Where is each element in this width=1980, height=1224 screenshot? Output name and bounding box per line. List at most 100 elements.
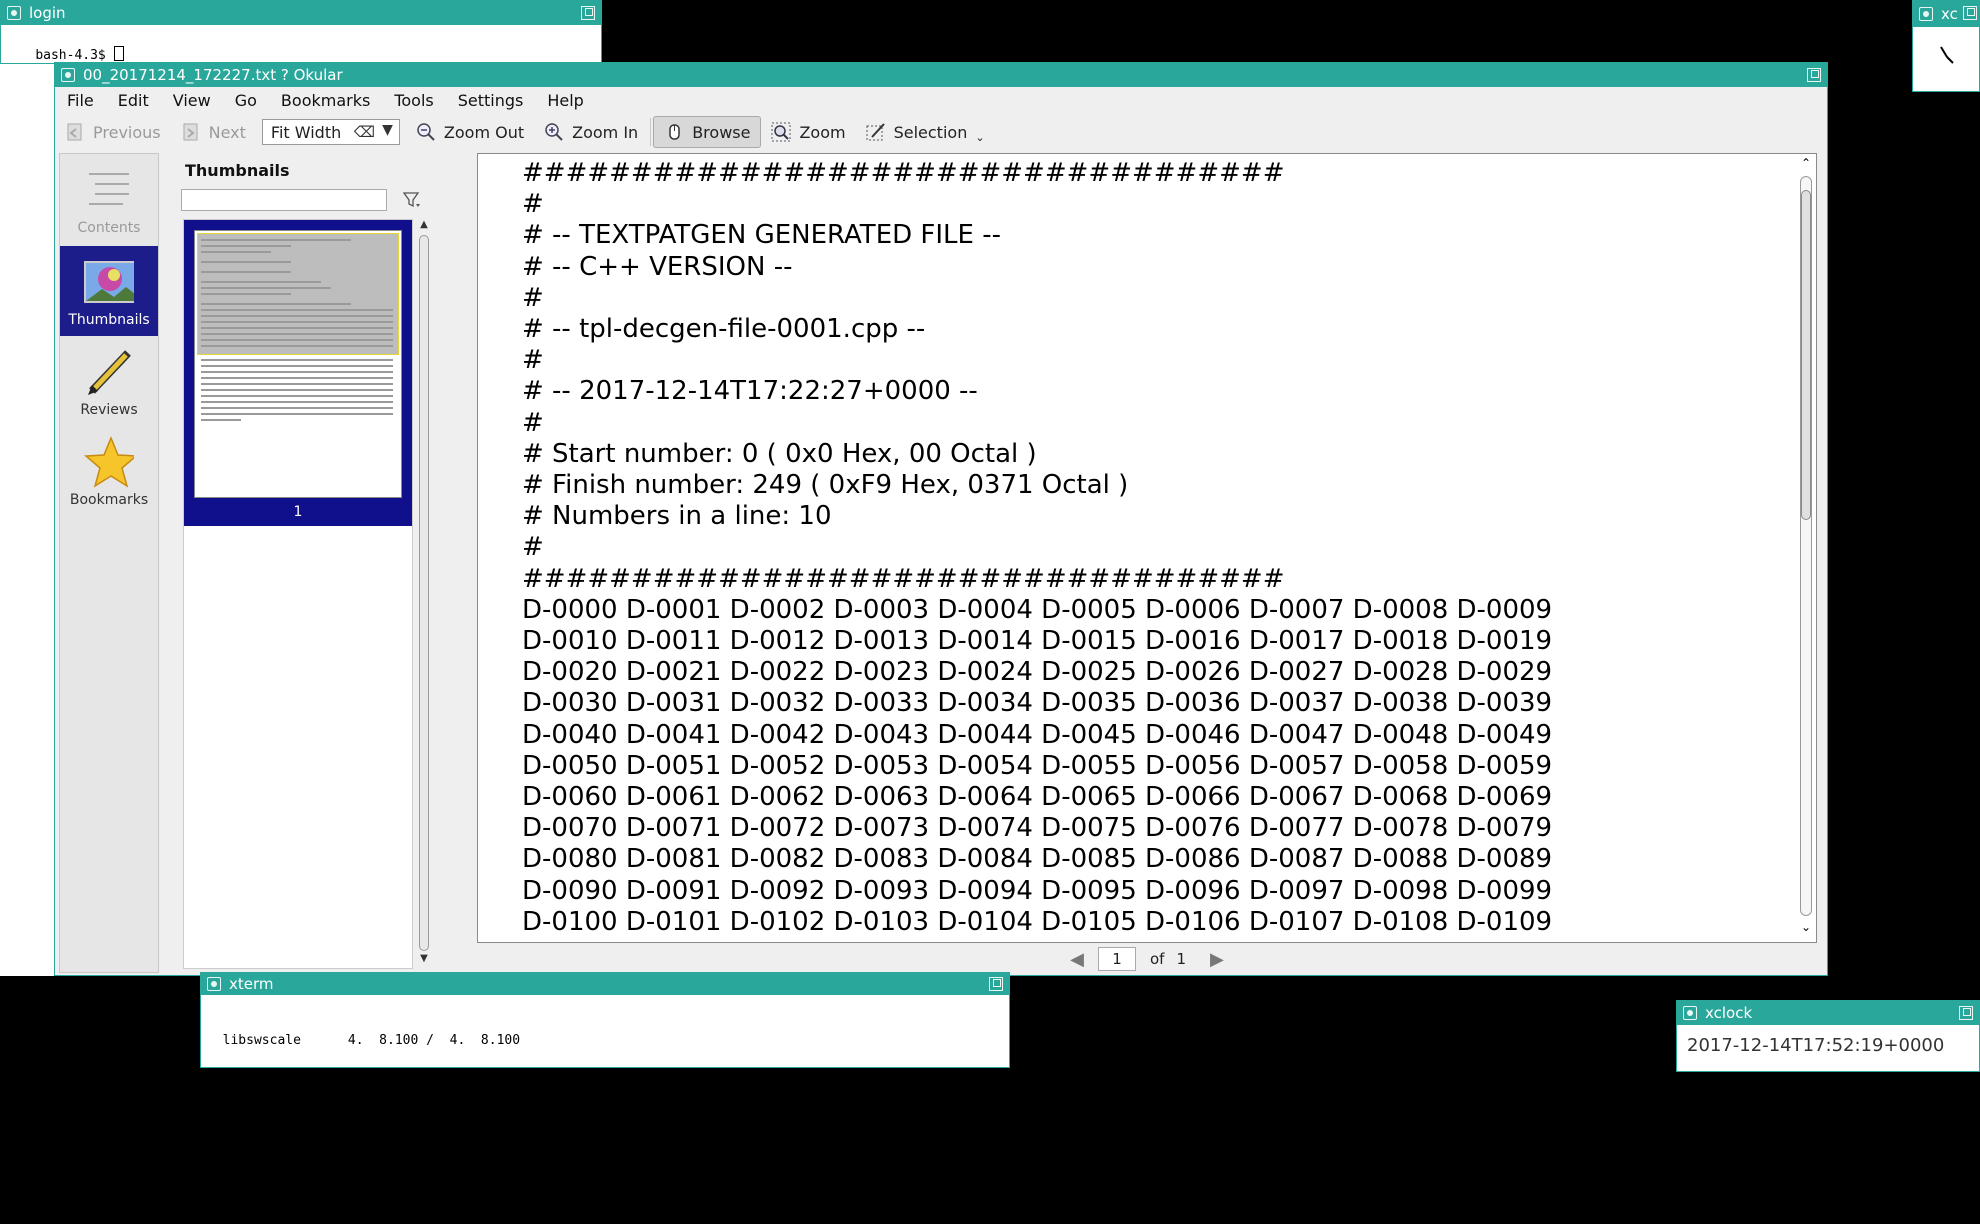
zoom-combo[interactable]: Fit Width ⌫ ▼ (261, 119, 400, 145)
thumbnails-scrollbar[interactable]: ▲ ▼ (417, 219, 431, 969)
sidebar-item-reviews[interactable]: Reviews (60, 336, 158, 426)
okular-window[interactable]: 00_20171214_172227.txt ? Okular File Edi… (54, 62, 1828, 976)
login-window[interactable]: login bash-4.3$ (0, 0, 602, 64)
xterm-title: xterm (229, 975, 274, 993)
scrollbar-thumb[interactable] (1801, 190, 1811, 520)
document-text[interactable]: ################################### # # --… (522, 158, 1552, 938)
next-page-icon (181, 122, 201, 142)
cursor (113, 46, 124, 61)
document-line: # (522, 282, 544, 313)
zoom-tool-label: Zoom (799, 122, 846, 142)
zoom-out-button[interactable]: Zoom Out (406, 116, 534, 148)
previous-page-icon (65, 122, 85, 142)
sidebar-item-thumbnails[interactable]: Thumbnails (60, 246, 158, 336)
document-line: ################################### (522, 158, 1285, 188)
scrollbar-track[interactable] (419, 235, 429, 951)
document-line: # Start number: 0 ( 0x0 Hex, 00 Octal ) (522, 438, 1037, 469)
document-line: # -- tpl-decgen-file-0001.cpp -- (522, 314, 926, 345)
selection-icon (866, 122, 886, 142)
maximize-icon[interactable] (1963, 6, 1977, 20)
browse-label: Browse (692, 122, 751, 142)
maximize-icon[interactable] (1959, 1006, 1973, 1020)
window-menu-icon[interactable] (61, 68, 75, 82)
thumbnails-label: Thumbnails (68, 312, 150, 328)
login-titlebar[interactable]: login (1, 1, 601, 25)
previous-button[interactable]: Previous (55, 116, 171, 148)
maximize-icon[interactable] (1807, 68, 1821, 82)
zoom-out-label: Zoom Out (443, 122, 525, 142)
zoom-in-label: Zoom In (572, 122, 639, 142)
menu-go[interactable]: Go (223, 91, 269, 110)
document-line: # -- TEXTPATGEN GENERATED FILE -- (522, 220, 1001, 251)
selection-button[interactable]: Selection ⌄ (856, 116, 995, 148)
document-line: D-0070 D-0071 D-0072 D-0073 D-0074 D-007… (522, 813, 1553, 844)
next-page-arrow-icon[interactable]: ▶ (1210, 949, 1224, 970)
sidebar-item-bookmarks[interactable]: Bookmarks (60, 426, 158, 516)
xterm-window[interactable]: xterm libswscale 4. 8.100 / 4. 8.100 lib… (200, 972, 1010, 1192)
document-line: D-0060 D-0061 D-0062 D-0063 D-0064 D-006… (522, 782, 1553, 813)
xterm-output[interactable]: libswscale 4. 8.100 / 4. 8.100 libswresa… (207, 1001, 520, 1224)
chevron-down-icon[interactable]: ▼ (382, 122, 393, 138)
zoom-out-icon (416, 122, 436, 142)
zoom-combo-value: Fit Width (270, 122, 342, 142)
document-line: D-0010 D-0011 D-0012 D-0013 D-0014 D-001… (522, 626, 1553, 657)
document-line: D-0050 D-0051 D-0052 D-0053 D-0054 D-005… (522, 750, 1553, 781)
terminal-line: libswscale 4. 8.100 / 4. 8.100 (207, 1033, 521, 1048)
menu-tools[interactable]: Tools (382, 91, 445, 110)
browse-button[interactable]: Browse (653, 116, 762, 148)
chevron-down-icon[interactable]: ⌄ (975, 131, 984, 144)
maximize-icon[interactable] (581, 6, 595, 20)
menu-file[interactable]: File (55, 91, 106, 110)
xclock-analog-title: xc (1941, 5, 1958, 23)
thumbnail-page-1[interactable]: 1 (184, 220, 412, 526)
window-menu-icon[interactable] (207, 977, 221, 991)
okular-titlebar[interactable]: 00_20171214_172227.txt ? Okular (55, 63, 1827, 87)
of-label: of (1149, 950, 1165, 968)
sidebar-rail: Contents Thumbnails Reviews Bookmarks (59, 153, 159, 973)
next-button[interactable]: Next (171, 116, 256, 148)
clear-icon[interactable]: ⌫ (354, 123, 375, 141)
xclock-analog-titlebar[interactable]: xc (1913, 1, 1979, 27)
pencil-icon (84, 348, 134, 396)
xclock-window[interactable]: xclock 2017-12-14T17:52:19+0000 (1676, 1000, 1980, 1072)
xterm-titlebar[interactable]: xterm (201, 973, 1009, 995)
document-line: D-0080 D-0081 D-0082 D-0083 D-0084 D-008… (522, 844, 1553, 875)
document-line: # Finish number: 249 ( 0xF9 Hex, 0371 Oc… (522, 470, 1129, 501)
thumbnail-list[interactable]: 1 (183, 219, 413, 969)
window-menu-icon[interactable] (1919, 7, 1933, 21)
clock-face-icon (1927, 37, 1967, 81)
zoom-tool-button[interactable]: Zoom (761, 116, 855, 148)
thumbnails-panel: Thumbnails 1 ▲ ▼ (163, 153, 467, 973)
scroll-down-icon[interactable]: ▼ (417, 953, 431, 964)
document-scrollbar[interactable]: ⌃ ⌄ (1798, 154, 1814, 940)
scroll-up-icon[interactable]: ⌃ (1798, 156, 1814, 170)
menu-bookmarks[interactable]: Bookmarks (269, 91, 382, 110)
total-pages: 1 (1176, 950, 1186, 968)
scroll-down-icon[interactable]: ⌄ (1798, 920, 1814, 934)
xclock-titlebar[interactable]: xclock (1677, 1001, 1979, 1025)
menu-view[interactable]: View (161, 91, 223, 110)
menu-settings[interactable]: Settings (446, 91, 536, 110)
document-line: # (522, 189, 544, 220)
star-icon (84, 436, 134, 488)
maximize-icon[interactable] (989, 977, 1003, 991)
document-line: ################################### (522, 563, 1285, 594)
previous-page-arrow-icon[interactable]: ◀ (1070, 949, 1084, 970)
document-view[interactable]: ################################### # # --… (477, 153, 1817, 943)
zoom-in-button[interactable]: Zoom In (534, 116, 648, 148)
menu-edit[interactable]: Edit (106, 91, 161, 110)
document-line: # -- 2017-12-14T17:22:27+0000 -- (522, 376, 978, 407)
xclock-analog-window[interactable]: xc (1912, 0, 1980, 92)
thumbnails-icon (84, 258, 134, 306)
scroll-up-icon[interactable]: ▲ (417, 219, 431, 230)
shell-prompt: bash-4.3$ (35, 48, 114, 63)
window-menu-icon[interactable] (1683, 1006, 1697, 1020)
menu-help[interactable]: Help (535, 91, 595, 110)
filter-icon[interactable] (402, 191, 421, 213)
document-line: # Numbers in a line: 10 (522, 501, 832, 532)
login-title: login (29, 4, 66, 22)
thumbnail-filter-input[interactable] (181, 189, 387, 211)
page-number-input[interactable]: 1 (1097, 947, 1136, 971)
sidebar-item-contents[interactable]: Contents (60, 154, 158, 244)
window-menu-icon[interactable] (7, 6, 21, 20)
